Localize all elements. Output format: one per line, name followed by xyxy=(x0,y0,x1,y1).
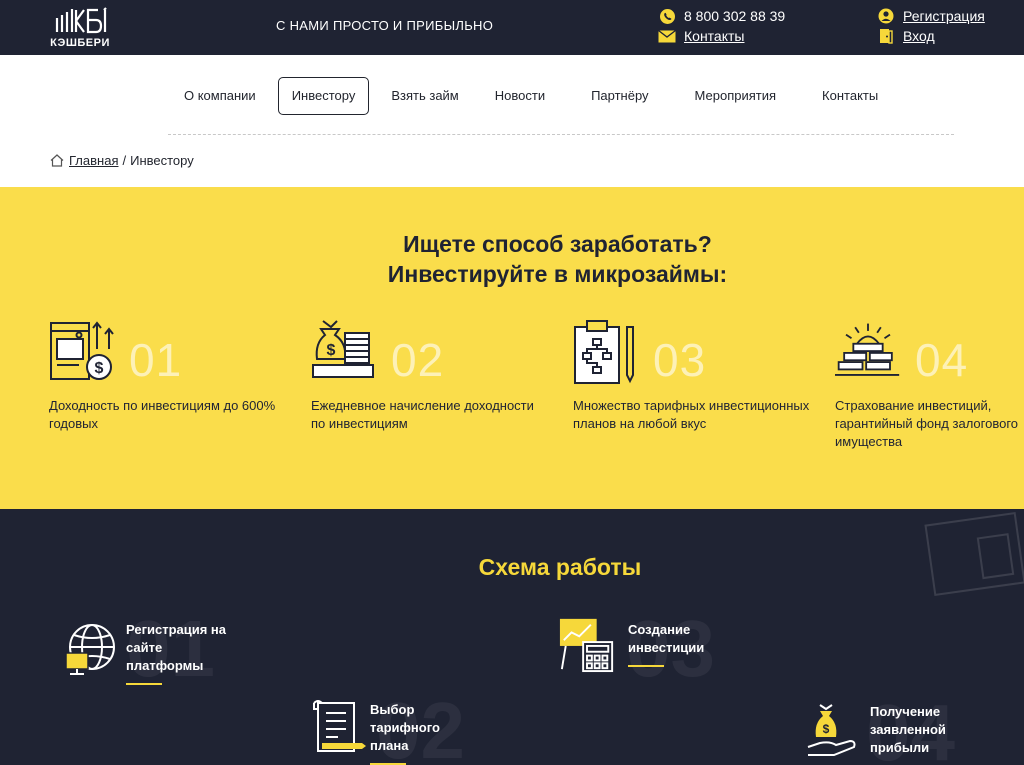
feature-number: 02 xyxy=(391,334,445,386)
nav-item-contacts[interactable]: Контакты xyxy=(808,77,892,115)
cards-coin-icon: $ xyxy=(50,321,114,380)
phone-line[interactable]: 8 800 302 88 39 xyxy=(658,8,785,24)
nav-item-partner[interactable]: Партнёру xyxy=(577,77,662,115)
hero-section: Ищете способ заработать? Инвестируйте в … xyxy=(0,187,1024,509)
main-nav: О компании Инвестору Взять займ Новости … xyxy=(170,77,900,115)
contacts-link[interactable]: Контакты xyxy=(684,28,744,44)
logo-mark-icon xyxy=(55,7,107,34)
step-text: Выбор тарифного плана xyxy=(370,702,440,753)
slogan: С НАМИ ПРОСТО И ПРИБЫЛЬНО xyxy=(276,18,494,33)
home-icon xyxy=(50,154,64,167)
feature-number: 03 xyxy=(653,334,707,386)
contacts-line[interactable]: Контакты xyxy=(658,28,744,44)
breadcrumb-current: Инвестору xyxy=(130,153,194,168)
feature-text: Множество тарифных инвестиционных планов… xyxy=(573,398,810,431)
logo-text: КЭШБЕРИ xyxy=(50,37,110,49)
door-icon xyxy=(877,28,895,44)
feature-text: Ежедневное начисление доходности по инве… xyxy=(311,398,534,431)
hero-title: Ищете способ заработать? Инвестируйте в … xyxy=(0,229,1024,289)
nav-item-loan[interactable]: Взять займ xyxy=(377,77,472,115)
phone-number[interactable]: 8 800 302 88 39 xyxy=(684,8,785,24)
scheme-title: Схема работы xyxy=(478,554,642,580)
step-underline xyxy=(126,683,162,685)
svg-text:$: $ xyxy=(327,342,336,359)
clipboard-chart-icon xyxy=(574,320,634,384)
hand-money-bag-icon: $ xyxy=(807,704,856,756)
hero-title-line2: Инвестируйте в микрозаймы: xyxy=(387,261,728,287)
money-bag-coins-icon: $ xyxy=(312,320,374,378)
svg-text:$: $ xyxy=(823,722,830,736)
document-pen-icon xyxy=(313,700,366,752)
breadcrumb-separator: / xyxy=(122,153,127,168)
breadcrumb: Главная / Инвестору xyxy=(50,153,194,168)
login-line[interactable]: Вход xyxy=(877,28,935,44)
nav-item-investor[interactable]: Инвестору xyxy=(277,77,370,115)
whatsapp-icon xyxy=(658,8,676,24)
nav-item-news[interactable]: Новости xyxy=(481,77,559,115)
board-calculator-icon xyxy=(559,618,614,673)
nav-item-about[interactable]: О компании xyxy=(170,77,270,115)
feature-text: Страхование инвестиций, гарантийный фонд… xyxy=(835,398,1019,449)
feature-number: 04 xyxy=(915,334,969,386)
globe-monitor-icon xyxy=(65,624,115,675)
gold-bars-icon xyxy=(835,323,900,376)
feature-number: 01 xyxy=(129,334,183,386)
logo[interactable]: КЭШБЕРИ xyxy=(48,6,112,50)
step-text: Регистрация на сайте платформы xyxy=(126,622,227,673)
breadcrumb-home-link[interactable]: Главная xyxy=(69,153,118,168)
envelope-icon xyxy=(658,28,676,44)
svg-text:$: $ xyxy=(95,360,104,377)
step-text: Получение заявленной прибыли xyxy=(870,704,946,755)
top-bar: КЭШБЕРИ С НАМИ ПРОСТО И ПРИБЫЛЬНО 8 800 … xyxy=(0,0,1024,55)
step-underline xyxy=(628,665,664,667)
login-link[interactable]: Вход xyxy=(903,28,935,44)
user-icon xyxy=(877,8,895,24)
register-line[interactable]: Регистрация xyxy=(877,8,985,24)
step-text: Создание инвестиции xyxy=(628,622,705,655)
feature-text: Доходность по инвестициям до 600% годовы… xyxy=(49,398,276,431)
nav-divider xyxy=(168,134,954,135)
scheme-section: Схема работы 01 Регистрация на сайте пла… xyxy=(0,509,1024,765)
register-link[interactable]: Регистрация xyxy=(903,8,985,24)
hero-title-line1: Ищете способ заработать? xyxy=(403,231,712,257)
nav-item-events[interactable]: Мероприятия xyxy=(681,77,791,115)
